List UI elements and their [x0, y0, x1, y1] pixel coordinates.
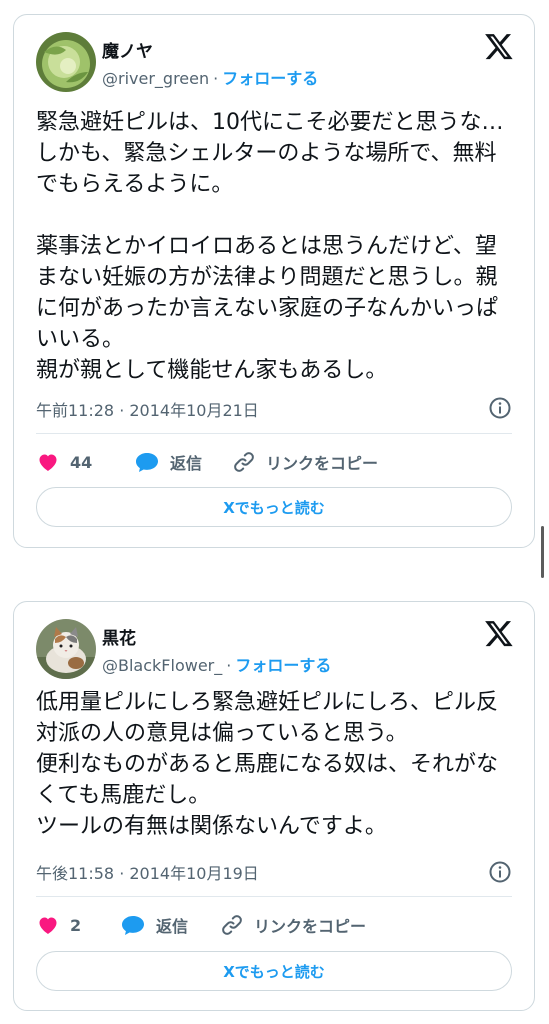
- handle-line: @BlackFlower_ · フォローする: [102, 652, 331, 676]
- read-more-button[interactable]: Xでもっと読む: [36, 487, 512, 527]
- timestamp[interactable]: 午前11:28 · 2014年10月21日: [36, 397, 259, 421]
- copy-link-label: リンクをコピー: [254, 917, 367, 936]
- tweet-text: 緊急避妊ピルは、10代にこそ必要だと思うな…しかも、緊急シェルターのような場所で…: [36, 110, 504, 383]
- info-icon[interactable]: [488, 860, 512, 884]
- display-name[interactable]: 魔ノヤ: [102, 37, 153, 62]
- avatar[interactable]: [36, 32, 96, 92]
- display-name[interactable]: 黒花: [102, 624, 136, 649]
- reply-label: 返信: [156, 917, 189, 936]
- reply-button[interactable]: 返信: [134, 447, 202, 477]
- like-button[interactable]: 44: [36, 447, 92, 477]
- avatar[interactable]: [36, 619, 96, 679]
- tweet-text: 低用量ピルにしろ緊急避妊ピルにしろ、ピル反対派の人の意見は偏っていると思う。 便…: [36, 690, 499, 839]
- reply-bubble-icon: [136, 453, 158, 472]
- user-handle[interactable]: @river_green: [102, 69, 209, 88]
- x-logo-icon[interactable]: [484, 618, 514, 648]
- cabbage-avatar-icon: [36, 32, 96, 92]
- reply-bubble-icon: [122, 916, 144, 935]
- timestamp[interactable]: 午後11:58 · 2014年10月19日: [36, 860, 259, 884]
- like-count: 44: [70, 452, 93, 472]
- tweet-card: 魔ノヤ @river_green · フォローする 緊急避妊ピルは、10代にこそ必要…: [13, 14, 535, 548]
- tweet-card: 黒花 @BlackFlower_ · フォローする 低用量ピルにしろ緊急避妊ピルにし…: [13, 601, 535, 1011]
- copy-link-button[interactable]: リンクをコピー: [220, 910, 366, 940]
- follow-button[interactable]: フォローする: [235, 656, 331, 675]
- read-more-button[interactable]: Xでもっと読む: [36, 951, 512, 991]
- info-icon[interactable]: [488, 396, 512, 420]
- x-logo-icon[interactable]: [484, 31, 514, 61]
- heart-icon: [39, 454, 57, 471]
- heart-icon: [39, 917, 57, 934]
- cat-avatar-icon: [36, 619, 96, 679]
- reply-button[interactable]: 返信: [120, 910, 188, 940]
- link-icon: [234, 452, 254, 472]
- separator: ·: [226, 656, 232, 675]
- action-bar: 44 返信 リンクをコピー: [36, 447, 512, 477]
- reply-label: 返信: [170, 454, 203, 473]
- user-handle[interactable]: @BlackFlower_: [102, 656, 222, 675]
- divider: [36, 896, 512, 897]
- action-bar: 2 返信 リンクをコピー: [36, 910, 512, 940]
- separator: ·: [213, 69, 219, 88]
- divider: [36, 433, 512, 434]
- link-icon: [222, 915, 242, 935]
- scrollbar-thumb[interactable]: [541, 526, 544, 578]
- like-count: 2: [70, 915, 82, 935]
- copy-link-label: リンクをコピー: [266, 454, 379, 473]
- like-button[interactable]: 2: [36, 910, 81, 940]
- handle-line: @river_green · フォローする: [102, 65, 318, 89]
- follow-button[interactable]: フォローする: [222, 69, 318, 88]
- copy-link-button[interactable]: リンクをコピー: [232, 447, 378, 477]
